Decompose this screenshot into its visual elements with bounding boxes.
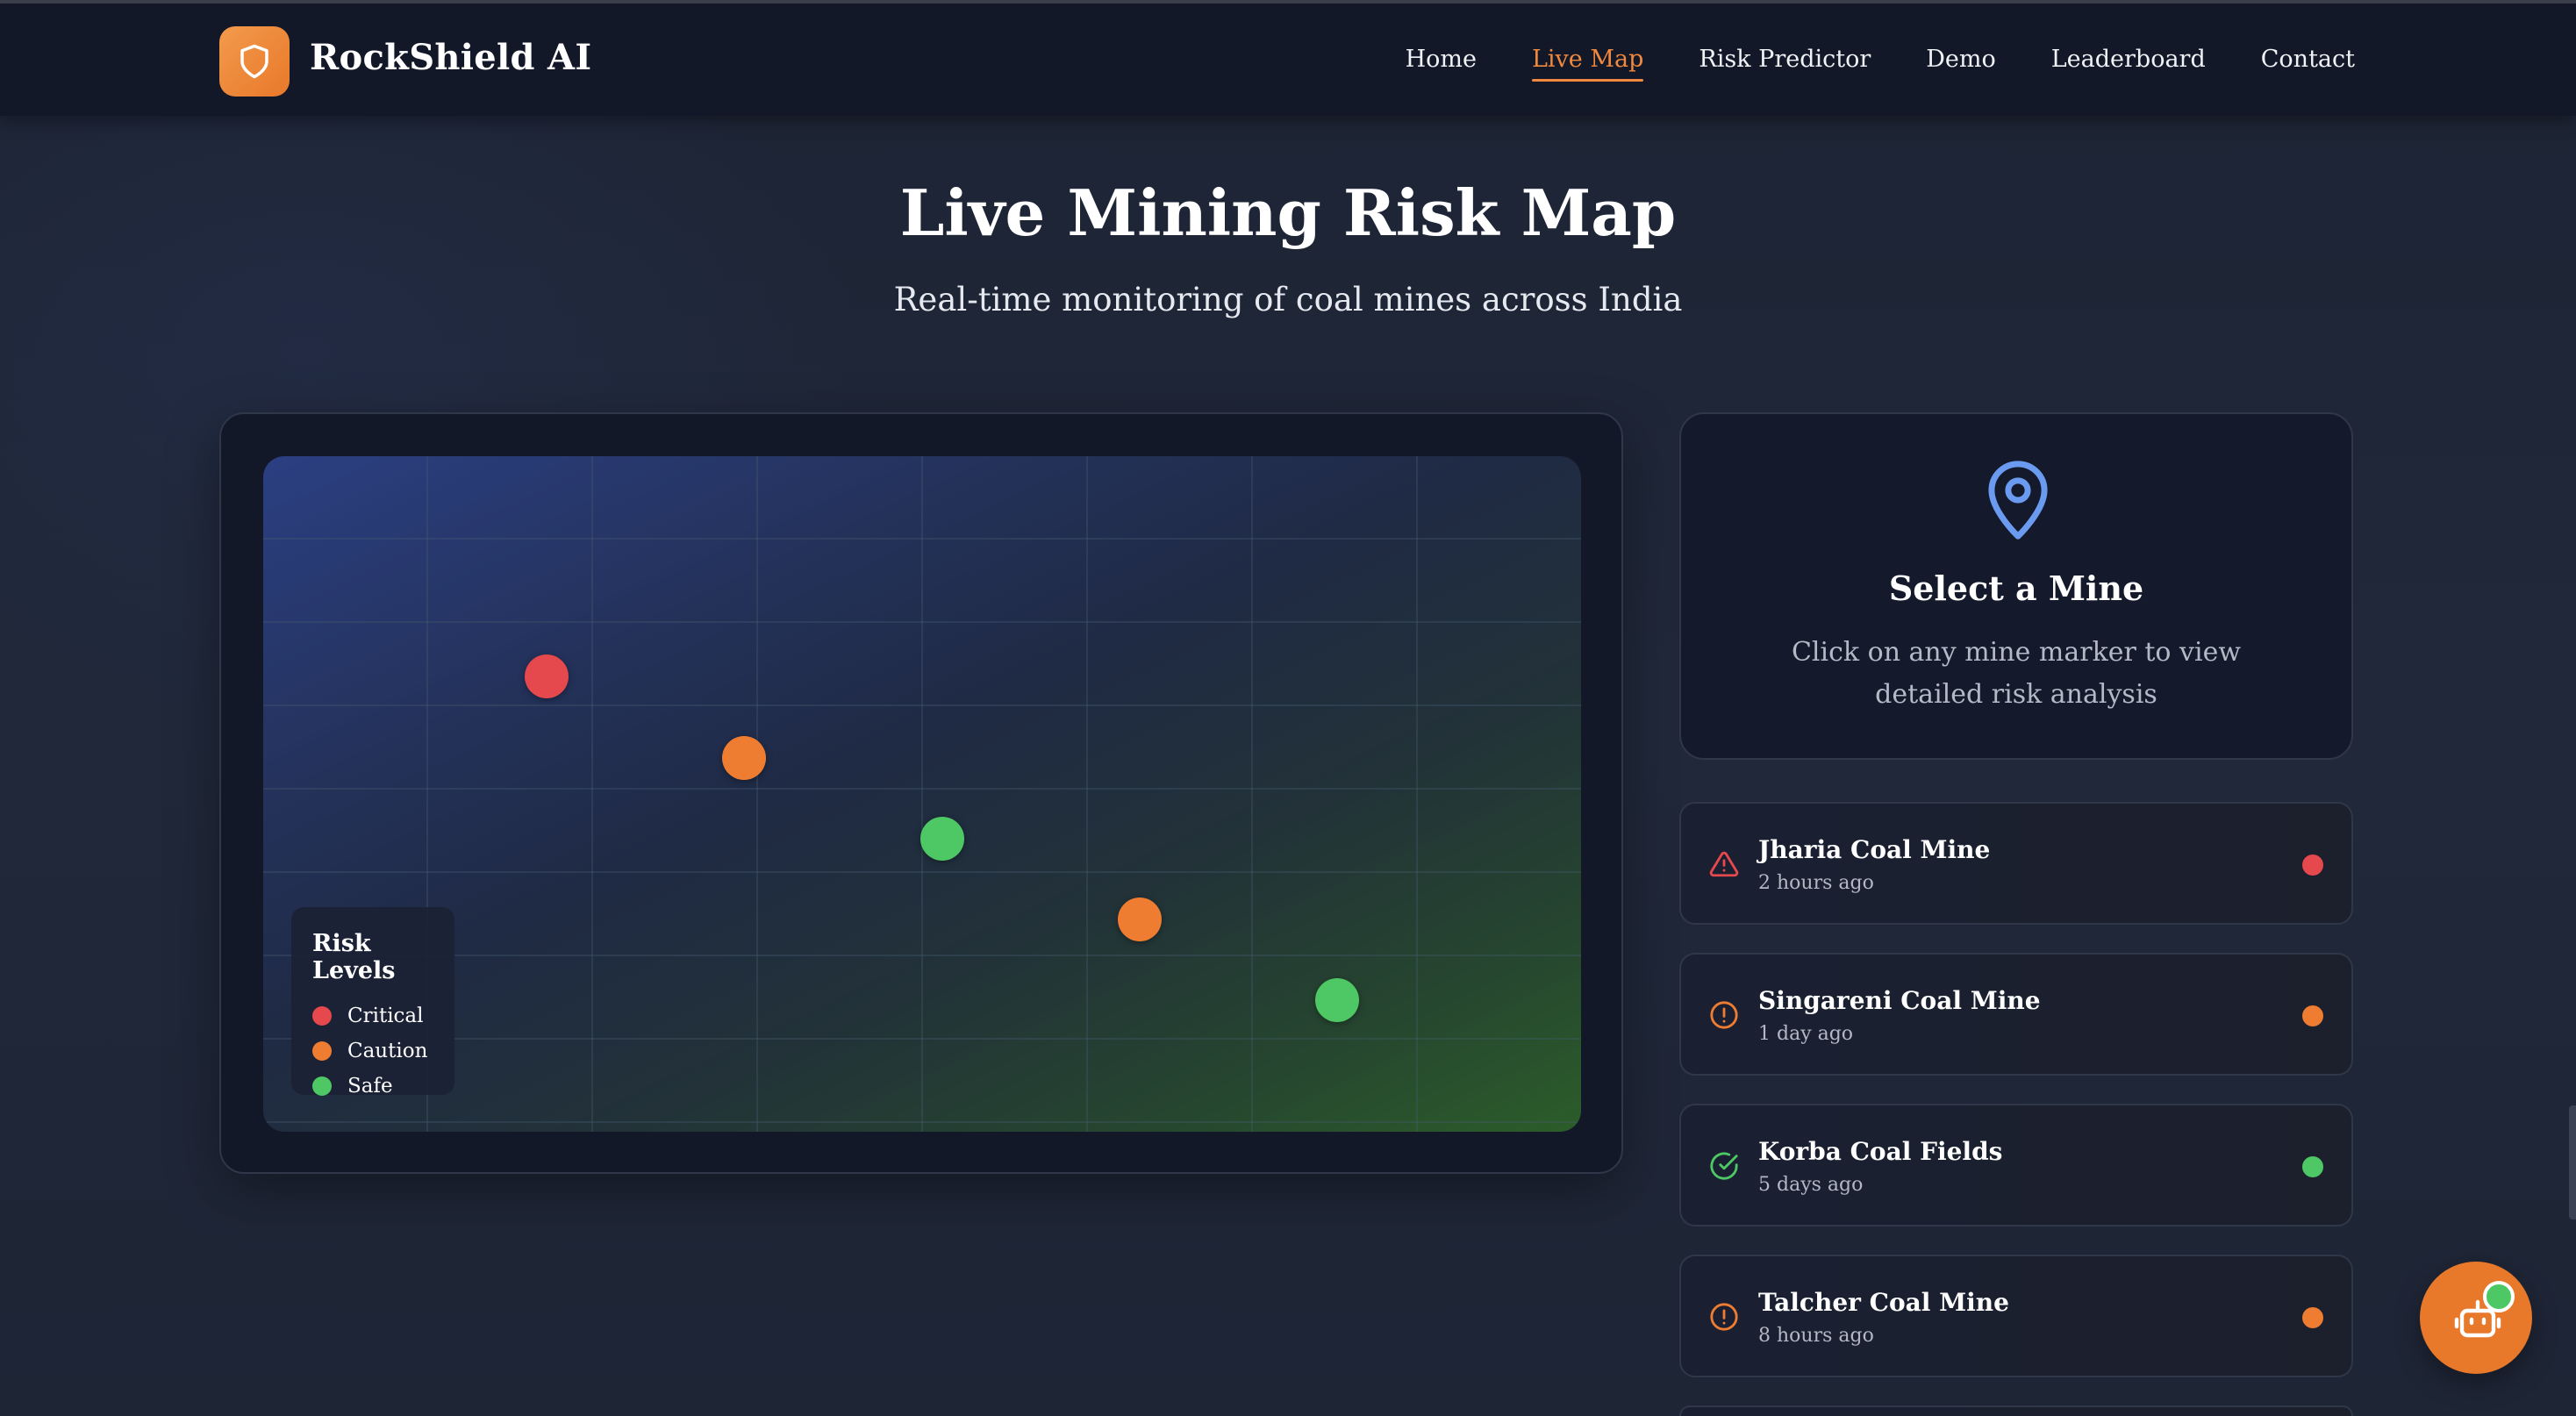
legend-item-critical: Critical	[312, 998, 454, 1033]
legend-item-safe: Safe	[312, 1069, 454, 1104]
status-dot-safe	[2302, 1156, 2323, 1177]
warning-triangle-icon	[1709, 851, 1739, 877]
navbar: RockShield AI Home Live Map Risk Predict…	[0, 0, 2576, 116]
scrollbar-handle[interactable]	[2569, 1105, 2576, 1219]
page-subtitle: Real-time monitoring of coal mines acros…	[893, 281, 1683, 318]
map-grid	[263, 456, 1581, 1132]
mine-updated-time: 5 days ago	[1758, 1174, 1864, 1196]
nav-live-map[interactable]: Live Map	[1531, 46, 1644, 82]
mine-name: Korba Coal Fields	[1758, 1137, 2003, 1166]
mine-marker-safe[interactable]	[920, 817, 964, 861]
mine-list-item-partial[interactable]	[1679, 1405, 2353, 1416]
nav-contact[interactable]: Contact	[2261, 46, 2355, 81]
select-mine-title: Select a Mine	[1888, 569, 2144, 608]
legend-label: Critical	[347, 1005, 424, 1027]
map-card: Risk Levels Critical Caution Safe	[219, 412, 1623, 1174]
page-title: Live Mining Risk Map	[899, 175, 1677, 250]
brand-name[interactable]: RockShield AI	[310, 37, 591, 78]
mine-list-item[interactable]: Singareni Coal Mine 1 day ago	[1679, 953, 2353, 1076]
alert-circle-icon	[1710, 1303, 1738, 1331]
mine-marker-caution[interactable]	[1118, 898, 1162, 941]
mine-name: Jharia Coal Mine	[1758, 835, 1991, 864]
legend-dot-safe	[312, 1076, 332, 1096]
check-circle-icon	[1710, 1152, 1738, 1180]
nav-leaderboard[interactable]: Leaderboard	[2051, 46, 2206, 81]
map-pin-icon	[1988, 461, 2048, 540]
legend-item-caution: Caution	[312, 1033, 454, 1069]
mine-marker-caution[interactable]	[722, 736, 766, 780]
nav-links: Home Live Map Risk Predictor Demo Leader…	[1406, 46, 2355, 82]
status-dot-caution	[2302, 1307, 2323, 1328]
alert-circle-icon	[1710, 1001, 1738, 1029]
mine-details-panel: Select a Mine Click on any mine marker t…	[1679, 412, 2353, 760]
status-dot-critical	[2302, 855, 2323, 876]
mine-updated-time: 1 day ago	[1758, 1023, 1854, 1045]
mine-updated-time: 2 hours ago	[1758, 872, 1874, 894]
mine-marker-safe[interactable]	[1315, 978, 1359, 1022]
mine-updated-time: 8 hours ago	[1758, 1325, 1874, 1347]
status-dot-caution	[2302, 1005, 2323, 1026]
legend-dot-critical	[312, 1006, 332, 1026]
mine-name: Talcher Coal Mine	[1758, 1288, 2009, 1317]
online-indicator	[2483, 1281, 2515, 1312]
mine-list-item[interactable]: Korba Coal Fields 5 days ago	[1679, 1104, 2353, 1226]
legend-title: Risk Levels	[312, 930, 396, 984]
shield-icon	[240, 44, 268, 79]
mine-marker-critical[interactable]	[525, 654, 569, 698]
mine-list-item[interactable]: Talcher Coal Mine 8 hours ago	[1679, 1255, 2353, 1377]
nav-demo[interactable]: Demo	[1926, 46, 1995, 81]
legend-label: Caution	[347, 1040, 428, 1062]
mine-list-item[interactable]: Jharia Coal Mine 2 hours ago	[1679, 802, 2353, 925]
risk-map[interactable]: Risk Levels Critical Caution Safe	[263, 456, 1581, 1132]
chatbot-button[interactable]	[2420, 1262, 2532, 1374]
select-mine-description: Click on any mine marker to view detaile…	[1791, 637, 2242, 710]
nav-home[interactable]: Home	[1406, 46, 1477, 81]
logo[interactable]	[219, 26, 290, 97]
legend-dot-caution	[312, 1041, 332, 1061]
mine-name: Singareni Coal Mine	[1758, 986, 2041, 1015]
risk-legend: Risk Levels Critical Caution Safe	[291, 907, 454, 1098]
legend-label: Safe	[347, 1075, 393, 1098]
nav-risk-predictor[interactable]: Risk Predictor	[1699, 46, 1871, 81]
